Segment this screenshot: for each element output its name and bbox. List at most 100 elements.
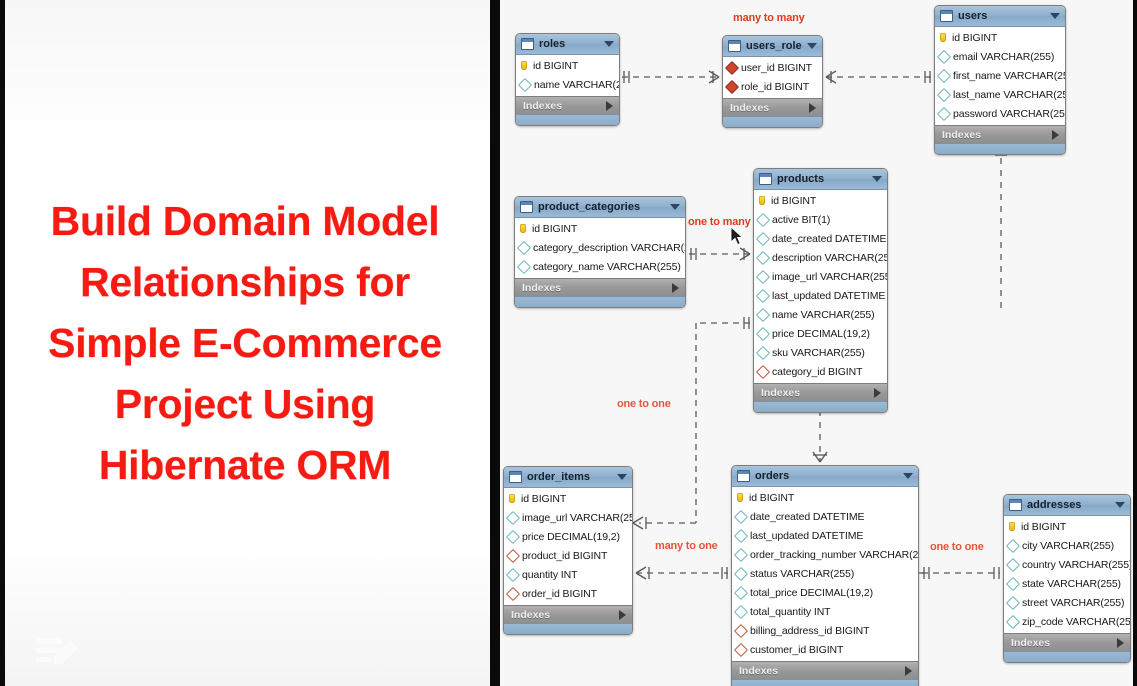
er-column-row[interactable]: category_name VARCHAR(255) xyxy=(515,257,685,276)
er-table-roles[interactable]: roles id BIGINT name VARCHAR(255) Indexes xyxy=(515,33,620,126)
er-column-label: name VARCHAR(255) xyxy=(534,78,619,91)
er-column-row[interactable]: id BIGINT xyxy=(754,191,887,210)
chevron-down-icon[interactable] xyxy=(872,176,882,182)
er-table-indexes-row[interactable]: Indexes xyxy=(754,383,887,401)
er-column-row[interactable]: id BIGINT xyxy=(516,56,619,75)
chevron-right-icon[interactable] xyxy=(619,609,626,620)
chevron-down-icon[interactable] xyxy=(1050,13,1060,19)
er-column-label: last_updated DATETIME xyxy=(772,289,886,302)
indexes-label: Indexes xyxy=(739,664,779,677)
er-column-row[interactable]: id BIGINT xyxy=(504,489,632,508)
er-table-indexes-row[interactable]: Indexes xyxy=(504,605,632,623)
er-column-row[interactable]: billing_address_id BIGINT xyxy=(732,621,918,640)
er-column-row[interactable]: date_created DATETIME xyxy=(732,507,918,526)
er-table-indexes-row[interactable]: Indexes xyxy=(723,98,822,116)
er-column-row[interactable]: total_price DECIMAL(19,2) xyxy=(732,583,918,602)
er-column-row[interactable]: last_name VARCHAR(255) xyxy=(935,85,1065,104)
chevron-down-icon[interactable] xyxy=(617,474,627,480)
er-table-order_items[interactable]: order_items id BIGINT image_url VARCHAR(25… xyxy=(503,466,633,635)
chevron-right-icon[interactable] xyxy=(905,665,912,676)
er-column-row[interactable]: active BIT(1) xyxy=(754,210,887,229)
left-black-border xyxy=(0,0,5,686)
er-table-columns: id BIGINT image_url VARCHAR(255) price DEC… xyxy=(504,488,632,605)
chevron-right-icon[interactable] xyxy=(672,282,679,293)
chevron-right-icon[interactable] xyxy=(1052,129,1059,140)
er-column-row[interactable]: order_tracking_number VARCHAR(255) xyxy=(732,545,918,564)
er-column-row[interactable]: name VARCHAR(255) xyxy=(516,75,619,94)
er-diagram-canvas[interactable]: users_roles : many-to-many (crow foot at… xyxy=(500,0,1133,686)
er-column-row[interactable]: id BIGINT xyxy=(1004,517,1130,536)
er-column-row[interactable]: status VARCHAR(255) xyxy=(732,564,918,583)
er-column-label: zip_code VARCHAR(255) xyxy=(1022,615,1131,628)
er-table-orders[interactable]: orders id BIGINT date_created DATETIME last… xyxy=(731,465,919,686)
er-column-row[interactable]: category_description VARCHAR(255) xyxy=(515,238,685,257)
er-table-header-users_roles[interactable]: users_roles xyxy=(723,36,822,57)
er-column-row[interactable]: state VARCHAR(255) xyxy=(1004,574,1130,593)
er-table-header-product_categories[interactable]: product_categories xyxy=(515,197,685,218)
er-table-footer-bar xyxy=(516,114,619,125)
column-icon xyxy=(755,307,771,322)
chevron-right-icon[interactable] xyxy=(606,100,613,111)
relationship-label-products-orderitems: one to one xyxy=(617,398,671,410)
er-column-row[interactable]: description VARCHAR(255) xyxy=(754,248,887,267)
er-table-columns: id BIGINT name VARCHAR(255) xyxy=(516,55,619,96)
table-icon xyxy=(520,201,533,213)
chevron-down-icon[interactable] xyxy=(604,41,614,47)
er-table-header-products[interactable]: products xyxy=(754,169,887,190)
er-column-row[interactable]: id BIGINT xyxy=(515,219,685,238)
er-column-row[interactable]: email VARCHAR(255) xyxy=(935,47,1065,66)
chevron-down-icon[interactable] xyxy=(903,473,913,479)
er-table-header-order_items[interactable]: order_items xyxy=(504,467,632,488)
er-table-products[interactable]: products id BIGINT active BIT(1) date_creat… xyxy=(753,168,888,413)
er-column-row[interactable]: country VARCHAR(255) xyxy=(1004,555,1130,574)
er-column-row[interactable]: last_updated DATETIME xyxy=(732,526,918,545)
er-column-row[interactable]: id BIGINT xyxy=(935,28,1065,47)
table-icon xyxy=(759,173,772,185)
er-column-row[interactable]: price DECIMAL(19,2) xyxy=(754,324,887,343)
er-column-row[interactable]: image_url VARCHAR(255) xyxy=(504,508,632,527)
table-icon xyxy=(509,471,522,483)
er-column-row[interactable]: password VARCHAR(255) xyxy=(935,104,1065,123)
er-column-row[interactable]: order_id BIGINT xyxy=(504,584,632,603)
chevron-right-icon[interactable] xyxy=(809,102,816,113)
er-column-row[interactable]: customer_id BIGINT xyxy=(732,640,918,659)
chevron-right-icon[interactable] xyxy=(1117,637,1124,648)
er-column-row[interactable]: street VARCHAR(255) xyxy=(1004,593,1130,612)
er-table-indexes-row[interactable]: Indexes xyxy=(515,278,685,296)
er-table-product_categories[interactable]: product_categories id BIGINT category_desc… xyxy=(514,196,686,308)
er-column-row[interactable]: first_name VARCHAR(255) xyxy=(935,66,1065,85)
er-table-indexes-row[interactable]: Indexes xyxy=(1004,633,1130,651)
er-table-header-users[interactable]: users xyxy=(935,6,1065,27)
er-table-header-orders[interactable]: orders xyxy=(732,466,918,487)
er-table-indexes-row[interactable]: Indexes xyxy=(516,96,619,114)
er-table-indexes-row[interactable]: Indexes xyxy=(935,125,1065,143)
er-column-row[interactable]: product_id BIGINT xyxy=(504,546,632,565)
er-column-label: password VARCHAR(255) xyxy=(953,107,1066,120)
er-column-row[interactable]: id BIGINT xyxy=(732,488,918,507)
er-column-label: active BIT(1) xyxy=(772,213,831,226)
er-column-row[interactable]: name VARCHAR(255) xyxy=(754,305,887,324)
er-table-addresses[interactable]: addresses id BIGINT city VARCHAR(255) count… xyxy=(1003,494,1131,663)
er-column-row[interactable]: zip_code VARCHAR(255) xyxy=(1004,612,1130,631)
er-table-header-addresses[interactable]: addresses xyxy=(1004,495,1130,516)
er-column-row[interactable]: category_id BIGINT xyxy=(754,362,887,381)
er-column-row[interactable]: user_id BIGINT xyxy=(723,58,822,77)
er-table-header-roles[interactable]: roles xyxy=(516,34,619,55)
er-column-row[interactable]: total_quantity INT xyxy=(732,602,918,621)
chevron-right-icon[interactable] xyxy=(874,387,881,398)
er-column-row[interactable]: price DECIMAL(19,2) xyxy=(504,527,632,546)
er-column-row[interactable]: role_id BIGINT xyxy=(723,77,822,96)
er-column-row[interactable]: quantity INT xyxy=(504,565,632,584)
chevron-down-icon[interactable] xyxy=(670,204,680,210)
er-column-row[interactable]: last_updated DATETIME xyxy=(754,286,887,305)
er-table-indexes-row[interactable]: Indexes xyxy=(732,661,918,679)
er-column-row[interactable]: image_url VARCHAR(255) xyxy=(754,267,887,286)
er-column-row[interactable]: date_created DATETIME xyxy=(754,229,887,248)
er-column-row[interactable]: sku VARCHAR(255) xyxy=(754,343,887,362)
er-table-users[interactable]: users id BIGINT email VARCHAR(255) first_na… xyxy=(934,5,1066,155)
er-table-users_roles[interactable]: users_roles user_id BIGINT role_id BIGINT I… xyxy=(722,35,823,128)
er-column-row[interactable]: city VARCHAR(255) xyxy=(1004,536,1130,555)
er-column-label: billing_address_id BIGINT xyxy=(750,624,870,637)
chevron-down-icon[interactable] xyxy=(1115,502,1125,508)
chevron-down-icon[interactable] xyxy=(807,43,817,49)
